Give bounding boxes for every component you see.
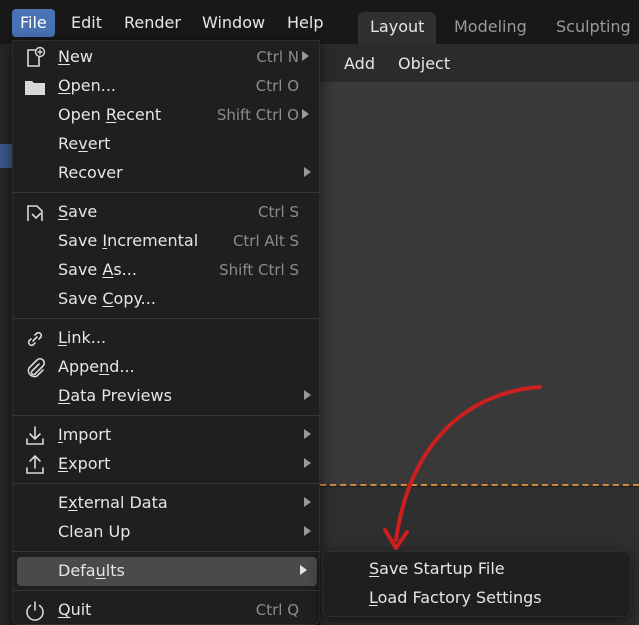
shortcut-text: Ctrl N xyxy=(256,48,299,66)
menu-help[interactable]: Help xyxy=(279,9,331,37)
submenu-arrow-icon xyxy=(302,109,309,119)
menu-item-load-factory-settings[interactable]: Load Factory Settings xyxy=(369,588,542,607)
submenu-arrow-icon xyxy=(304,167,311,177)
menu-item-recover[interactable]: Recover xyxy=(13,159,321,188)
menu-item-revert[interactable]: Revert xyxy=(13,130,321,159)
add-menu-button[interactable]: Add xyxy=(336,52,383,76)
shortcut-text: Ctrl Q xyxy=(255,601,299,619)
menu-item-import[interactable]: Import xyxy=(13,421,321,450)
menu-item-save-as[interactable]: Save As... Shift Ctrl S xyxy=(13,256,321,285)
menu-separator xyxy=(13,318,321,319)
menu-separator xyxy=(13,415,321,416)
menu-item-open[interactable]: Open... Ctrl O xyxy=(13,72,321,101)
submenu-arrow-icon xyxy=(304,390,311,400)
shortcut-text: Ctrl Alt S xyxy=(232,232,299,250)
measure-tool-icon[interactable] xyxy=(0,504,12,528)
menu-item-save[interactable]: Save Ctrl S xyxy=(13,198,321,227)
move-tool-icon[interactable] xyxy=(0,254,12,278)
file-menu-dropdown: New Ctrl N Open... Ctrl O Open Recent Sh… xyxy=(12,40,321,625)
submenu-arrow-icon xyxy=(304,497,311,507)
shortcut-text: Ctrl S xyxy=(258,203,299,221)
menu-item-link[interactable]: Link... xyxy=(13,324,321,353)
select-tool-icon[interactable] xyxy=(0,144,12,168)
tab-sculpting[interactable]: Sculpting xyxy=(544,12,639,44)
annotate-tool-icon[interactable] xyxy=(0,454,12,478)
submenu-arrow-icon xyxy=(304,458,311,468)
menu-item-clean-up[interactable]: Clean Up xyxy=(13,518,321,547)
menu-separator xyxy=(13,590,321,591)
menu-separator xyxy=(13,551,321,552)
menu-item-quit[interactable]: Quit Ctrl Q xyxy=(13,596,321,625)
area-divider[interactable] xyxy=(320,484,639,486)
shortcut-text: Ctrl O xyxy=(255,77,299,95)
menu-item-external-data[interactable]: External Data xyxy=(13,489,321,518)
menu-item-data-previews[interactable]: Data Previews xyxy=(13,382,321,411)
rotate-tool-icon[interactable] xyxy=(0,304,12,328)
menu-separator xyxy=(13,192,321,193)
link-icon xyxy=(27,331,43,347)
paperclip-icon xyxy=(27,357,46,378)
tab-modeling[interactable]: Modeling xyxy=(442,12,539,44)
tool-strip xyxy=(0,44,12,625)
menu-item-open-recent[interactable]: Open Recent Shift Ctrl O xyxy=(13,101,321,130)
menu-item-append[interactable]: Append... xyxy=(13,353,321,382)
submenu-arrow-icon xyxy=(304,429,311,439)
folder-icon xyxy=(25,81,45,95)
import-icon xyxy=(26,426,44,445)
submenu-arrow-icon xyxy=(302,51,309,61)
menu-item-defaults[interactable]: Defaults xyxy=(17,557,317,586)
defaults-submenu: Save Startup File Load Factory Settings xyxy=(322,551,631,617)
export-icon xyxy=(26,454,44,474)
shortcut-text: Shift Ctrl O xyxy=(216,106,299,124)
menu-item-new[interactable]: New Ctrl N xyxy=(13,43,321,72)
object-menu-button[interactable]: Object xyxy=(390,52,458,76)
menu-item-save-copy[interactable]: Save Copy... xyxy=(13,285,321,314)
submenu-arrow-icon xyxy=(304,526,311,536)
menu-edit[interactable]: Edit xyxy=(63,9,110,37)
menu-item-export[interactable]: Export xyxy=(13,450,321,479)
menu-window[interactable]: Window xyxy=(194,9,273,37)
new-file-icon xyxy=(27,46,46,67)
top-menu-bar: File Edit Render Window Help Layout Mode… xyxy=(0,0,639,44)
menu-item-save-incremental[interactable]: Save Incremental Ctrl Alt S xyxy=(13,227,321,256)
3d-viewport[interactable] xyxy=(320,82,639,486)
viewport-header: Add Object xyxy=(320,44,639,82)
shortcut-text: Shift Ctrl S xyxy=(219,261,299,279)
menu-render[interactable]: Render xyxy=(116,9,189,37)
power-icon xyxy=(26,601,44,621)
menu-item-save-startup-file[interactable]: Save Startup File xyxy=(369,559,505,578)
save-icon xyxy=(27,205,43,221)
cursor-tool-icon[interactable] xyxy=(0,194,12,218)
scale-tool-icon[interactable] xyxy=(0,404,12,428)
tab-layout[interactable]: Layout xyxy=(358,12,437,44)
menu-separator xyxy=(13,483,321,484)
submenu-arrow-icon xyxy=(300,565,307,575)
menu-file[interactable]: File xyxy=(12,9,55,37)
